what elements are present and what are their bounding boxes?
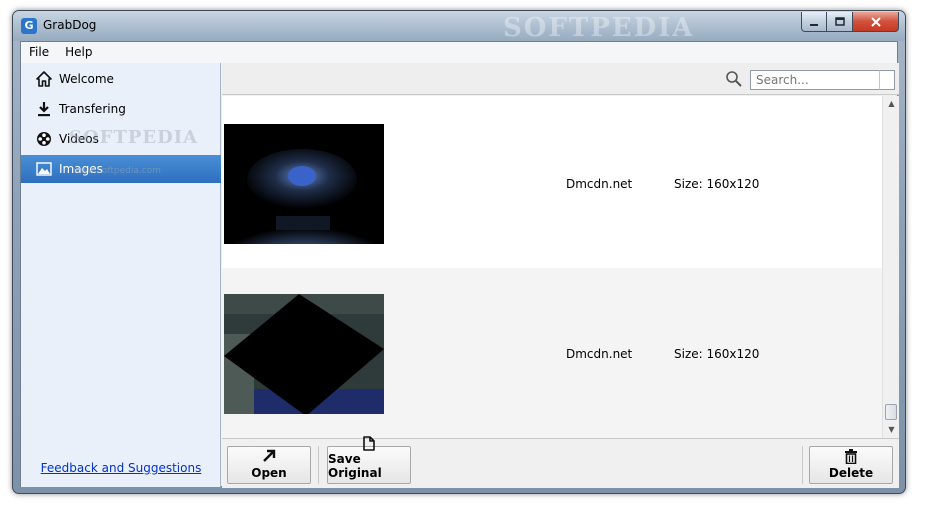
minimize-icon	[810, 23, 818, 26]
image-size: Size: 160x120	[674, 347, 760, 361]
close-icon	[870, 16, 881, 27]
minimize-button[interactable]	[801, 12, 827, 32]
search-options-button[interactable]	[879, 70, 895, 90]
menu-file[interactable]: File	[21, 42, 57, 63]
menu-help[interactable]: Help	[57, 42, 100, 63]
document-icon	[363, 436, 375, 451]
image-thumbnail[interactable]	[224, 294, 384, 414]
action-toolbar: Open Save Original Delete	[222, 436, 899, 488]
save-original-button[interactable]: Save Original	[327, 436, 411, 484]
feedback-link[interactable]: Feedback and Suggestions	[21, 461, 221, 475]
close-button[interactable]	[853, 12, 899, 32]
sidebar-watermark-url: www.softpedia.com	[73, 166, 161, 176]
save-original-button-label: Save Original	[328, 452, 382, 480]
image-size: Size: 160x120	[674, 177, 760, 191]
scrollbar-thumb[interactable]	[885, 404, 897, 420]
search-input[interactable]	[750, 70, 880, 90]
sidebar-item-welcome[interactable]: Welcome	[21, 65, 221, 93]
menu-bar: File Help	[21, 42, 897, 63]
image-thumbnail[interactable]	[224, 124, 384, 244]
window-title: GrabDog	[43, 18, 97, 32]
open-button[interactable]: Open	[227, 446, 311, 484]
scroll-down-icon[interactable]: ▼	[883, 422, 900, 438]
toolbar-divider	[318, 446, 319, 484]
image-list: Dmcdn.net Size: 160x120 Dmcdn.net Size: …	[222, 96, 882, 438]
image-source: Dmcdn.net	[566, 347, 633, 361]
title-bar[interactable]: G GrabDog SOFTPEDIA	[13, 11, 905, 43]
open-arrow-icon	[262, 447, 276, 465]
film-reel-icon	[35, 130, 53, 148]
title-watermark: SOFTPEDIA	[503, 13, 695, 43]
picture-icon	[35, 160, 53, 178]
app-icon[interactable]: G	[21, 18, 37, 34]
sidebar-item-label: Transfering	[59, 102, 126, 116]
sidebar-item-label: Welcome	[59, 72, 114, 86]
vertical-scrollbar[interactable]: ▲ ▼	[882, 96, 899, 438]
client-area: File Help Welcome Transfering Videos Ima…	[20, 41, 899, 488]
list-item[interactable]: Dmcdn.net Size: 160x120	[222, 268, 882, 438]
home-icon	[35, 70, 53, 88]
maximize-icon	[834, 17, 845, 26]
search-icon[interactable]	[725, 70, 743, 88]
delete-button[interactable]: Delete	[809, 446, 893, 484]
app-window: G GrabDog SOFTPEDIA File Help Welcome Tr…	[12, 10, 906, 494]
list-item[interactable]: Dmcdn.net Size: 160x120	[222, 96, 882, 268]
sidebar-watermark: SOFTPEDIA	[69, 127, 199, 148]
trash-icon	[844, 447, 858, 465]
caption-buttons	[801, 12, 899, 32]
sidebar: Welcome Transfering Videos Images SOFTPE…	[21, 63, 221, 487]
delete-button-label: Delete	[828, 466, 874, 480]
sidebar-item-transfering[interactable]: Transfering	[21, 95, 221, 123]
image-source: Dmcdn.net	[566, 177, 633, 191]
download-icon	[35, 100, 53, 118]
maximize-button[interactable]	[827, 12, 853, 32]
scroll-up-icon[interactable]: ▲	[883, 96, 900, 112]
toolbar-divider	[802, 446, 803, 484]
search-bar	[222, 63, 899, 95]
open-button-label: Open	[251, 466, 287, 480]
